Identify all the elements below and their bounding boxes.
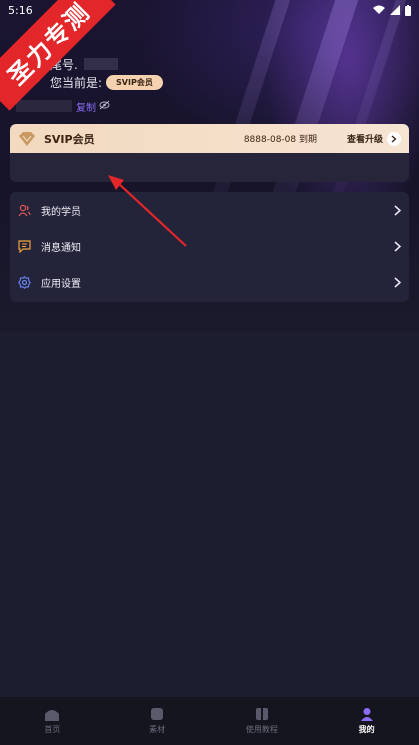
vip-card-header[interactable]: SVIP会员 8888-08-08 到期 查看升级 bbox=[10, 124, 409, 153]
masked-user-id bbox=[16, 100, 72, 112]
eye-off-icon[interactable] bbox=[99, 100, 110, 110]
vip-card[interactable]: SVIP会员 8888-08-08 到期 查看升级 bbox=[10, 124, 409, 182]
chevron-right-icon bbox=[394, 276, 401, 288]
svip-badge: SVIP会员 bbox=[106, 75, 163, 90]
member-level-row: 您当前是: SVIP会员 bbox=[50, 74, 163, 91]
vip-expire-date: 8888-08-08 到期 bbox=[243, 135, 317, 145]
menu-item-notifications[interactable]: 消息通知 bbox=[10, 228, 409, 264]
menu-item-label: 我的学员 bbox=[41, 206, 81, 218]
status-time: 5:16 bbox=[8, 3, 33, 17]
message-icon bbox=[18, 239, 31, 253]
member-level-label: 您当前是: bbox=[50, 76, 103, 90]
status-icons bbox=[373, 4, 411, 16]
users-icon bbox=[18, 204, 31, 216]
signal-icon bbox=[390, 5, 400, 15]
chevron-right-icon[interactable] bbox=[387, 131, 401, 146]
tab-label: 使用教程 bbox=[245, 725, 278, 734]
menu-item-my-students[interactable]: 我的学员 bbox=[10, 192, 409, 228]
home-icon bbox=[45, 709, 60, 721]
tab-label: 首页 bbox=[44, 724, 61, 734]
tutorial-icon bbox=[255, 708, 268, 720]
menu-item-label: 消息通知 bbox=[41, 242, 81, 254]
material-icon bbox=[151, 708, 164, 720]
chevron-right-icon bbox=[394, 204, 401, 216]
tab-label: 我的 bbox=[358, 725, 375, 734]
menu-item-app-settings[interactable]: 应用设置 bbox=[10, 264, 409, 300]
vip-diamond-icon bbox=[19, 131, 35, 146]
bottom-tab-bar: 首页 素材 使用教程 我的 bbox=[0, 697, 419, 745]
tab-tutorial[interactable]: 使用教程 bbox=[210, 697, 315, 745]
settings-menu: 我的学员 消息通知 应用设置 bbox=[10, 192, 409, 302]
menu-item-label: 应用设置 bbox=[41, 278, 81, 290]
tab-material[interactable]: 素材 bbox=[105, 697, 210, 745]
tab-profile[interactable]: 我的 bbox=[314, 697, 419, 745]
battery-icon bbox=[405, 4, 411, 16]
wifi-icon bbox=[373, 5, 385, 14]
masked-account-number bbox=[84, 58, 118, 70]
copy-button[interactable]: 复制 bbox=[76, 99, 96, 114]
vip-upgrade-link[interactable]: 查看升级 bbox=[347, 132, 383, 145]
chevron-right-icon bbox=[394, 240, 401, 252]
profile-icon bbox=[360, 708, 373, 721]
vip-title: SVIP会员 bbox=[44, 132, 95, 146]
tab-label: 素材 bbox=[149, 725, 166, 734]
gear-icon bbox=[18, 275, 31, 289]
tab-home[interactable]: 首页 bbox=[0, 697, 105, 745]
